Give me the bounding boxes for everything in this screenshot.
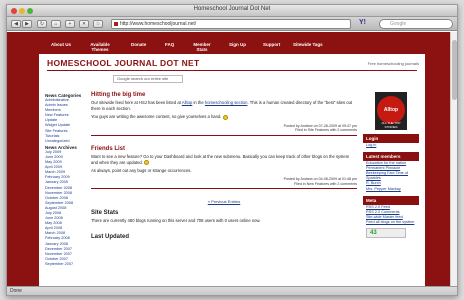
post-body: Our sitewide feed here at HSJ has been l… [91, 100, 357, 112]
nav-sitewide-tags[interactable]: Sitewide Tags [293, 42, 323, 47]
reload-icon[interactable]: ↻ [37, 20, 47, 28]
post-body: Want to see a new feature? Go to your Da… [91, 154, 357, 166]
favicon-icon [114, 22, 118, 26]
stop-icon[interactable]: ✕ [79, 20, 89, 28]
home-icon[interactable]: ⌂ [51, 20, 61, 28]
post-text: You guys are writing the awesome content… [91, 114, 222, 120]
post-text: Want to see a new feature? Go to your Da… [91, 153, 350, 165]
previous-entries-link[interactable]: « Previous Entries [91, 199, 357, 204]
visitor-counter: 43 [366, 228, 406, 239]
nav-about-us[interactable]: About Us [51, 42, 71, 47]
alltop-logo: Alltop [377, 96, 405, 124]
nav-sign-up[interactable]: Sign Up [229, 42, 246, 47]
post-meta: Posted by Andrew on 04-08-2009 at 01:48 … [91, 177, 357, 186]
smiley-icon [144, 160, 150, 166]
scrollbar-thumb[interactable] [452, 40, 457, 100]
last-updated-title: Last Updated [91, 234, 130, 241]
browser-search-input[interactable]: Google [379, 19, 453, 29]
post-filed[interactable]: Filed in Site Features with 2 comments [91, 128, 357, 133]
main-column: Hitting the big time Our sitewide feed h… [91, 92, 357, 240]
browser-window: Homeschool Journal Dot Net ◀ ▶ ↻ ⌂ + ✕ ☆… [6, 4, 458, 296]
site-search-input[interactable]: Google search our entire site [113, 75, 183, 83]
site-stats-text: There are currently 480 blogs running on… [91, 218, 261, 224]
archive-link[interactable]: September 2007 [45, 262, 85, 267]
nav-support[interactable]: Support [263, 42, 280, 47]
meta-link[interactable]: Feed all blogs on the system [363, 220, 419, 225]
post-meta: Posted by Andrew on 07-28-2009 at 09:47 … [91, 124, 357, 133]
smiley-icon [222, 114, 228, 120]
post-text: in the [193, 100, 204, 105]
nav-available-themes[interactable]: Available Themes [87, 42, 113, 52]
post-divider [91, 134, 357, 136]
nav-member-stats[interactable]: Member Stats [191, 42, 213, 52]
top-navigation: About Us Available Themes Donate FAQ Mem… [39, 40, 425, 54]
homeschooling-section-link[interactable]: homeschooling section [205, 100, 248, 105]
post-title[interactable]: Hitting the big time [91, 92, 357, 98]
history-icon[interactable]: ☆ [93, 20, 103, 28]
meta-heading: Meta [363, 195, 419, 205]
member-link[interactable]: Mrs. Pepper Mackay [363, 187, 419, 192]
nav-faq[interactable]: FAQ [165, 42, 174, 47]
back-icon[interactable]: ◀ [11, 20, 21, 28]
yahoo-toolbar-icon[interactable]: Y! [359, 19, 366, 26]
content-area: HOMESCHOOL JOURNAL DOT NET Free homescho… [39, 54, 425, 295]
vertical-scrollbar[interactable] [450, 32, 457, 287]
latest-members-list: Education for the nation Permanent Pinnac… [363, 161, 419, 192]
forward-icon[interactable]: ▶ [22, 20, 32, 28]
title-bar: Homeschool Journal Dot Net [7, 5, 457, 17]
right-sidebar: Alltop ALL THE TOP STORIES Login Log in … [363, 92, 419, 239]
post-title[interactable]: Friends List [91, 146, 357, 152]
browser-toolbar: ◀ ▶ ↻ ⌂ + ✕ ☆ http://www.homeschooljourn… [7, 17, 457, 31]
post-filed[interactable]: Filed in New Features with 2 comments [91, 182, 357, 187]
site-stats-title: Site Stats [91, 210, 119, 217]
address-bar[interactable]: http://www.homeschooljournal.net/ [111, 19, 351, 29]
site-title[interactable]: HOMESCHOOL JOURNAL DOT NET [47, 58, 199, 68]
post-text: Our sitewide feed here at HSJ has been l… [91, 100, 181, 105]
login-link[interactable]: Log in [363, 143, 419, 148]
left-sidebar: News Categories Administrative Admin Issu… [45, 92, 85, 267]
site-tagline: Free homeschooling journals [367, 61, 419, 66]
post-body: You guys are writing the awesome content… [91, 114, 357, 120]
meta-list: RSS 2.0 Feed RSS 2.0 Comments Site-wide Ma… [363, 205, 419, 225]
latest-members-heading: Latest members [363, 152, 419, 162]
bookmark-icon[interactable]: + [65, 20, 75, 28]
nav-donate[interactable]: Donate [131, 42, 146, 47]
url-text: http://www.homeschooljournal.net/ [120, 21, 197, 27]
category-link[interactable]: Uncategorized [45, 139, 85, 144]
web-page: About Us Available Themes Donate FAQ Mem… [7, 32, 457, 295]
login-heading: Login [363, 134, 419, 143]
status-bar: Done [7, 286, 457, 295]
archive-list: July 2009 June 2009 May 2009 April 2009 Marc… [45, 150, 85, 267]
window-title: Homeschool Journal Dot Net [193, 6, 271, 12]
alltop-subtitle: ALL THE TOP STORIES [381, 121, 401, 129]
alltop-link[interactable]: Alltop [182, 100, 192, 105]
post-body: As always, point out any bugs or strange… [91, 168, 192, 174]
alltop-badge[interactable]: Alltop ALL THE TOP STORIES [375, 92, 407, 130]
post-divider [91, 188, 357, 190]
header-divider [47, 70, 417, 71]
category-list: Administrative Admin Issues Members New Fea… [45, 98, 85, 144]
